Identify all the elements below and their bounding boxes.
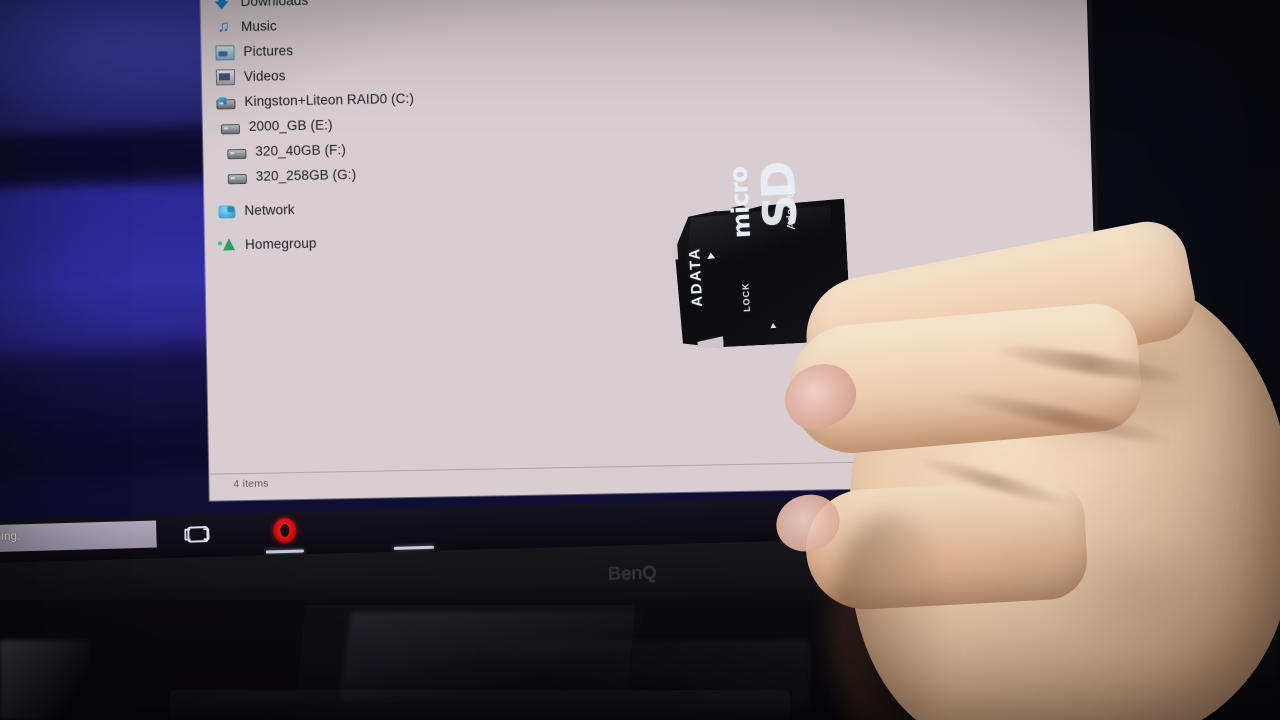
videos-icon [215,69,236,86]
nav-item-label: Homegroup [244,235,317,252]
search-input[interactable]: a. Ask me anything. [0,520,157,555]
task-view-icon[interactable] [184,522,211,545]
card-lock-arrow-icon [770,322,777,329]
photo-scene: Downloads ♫ Music Pictures Videos Kingst… [0,0,1280,720]
nav-item-label: Network [244,202,295,219]
nav-item-label: Videos [243,68,286,84]
drive-icon [220,124,241,135]
network-icon [218,205,236,219]
opera-icon[interactable] [271,517,298,544]
card-write-protect-tab [669,237,679,260]
taskbar-running-indicator [393,545,434,550]
taskbar-running-indicator [265,549,304,554]
drive-icon [227,173,247,185]
card-lock-label: LOCK [740,282,752,313]
palm-lines [1040,530,1230,650]
homegroup-icon [219,236,236,253]
nav-item-label: Music [240,18,277,35]
nav-item-label: 2000_GB (E:) [248,117,333,134]
desk-reflection [0,640,90,720]
navigation-pane[interactable]: Downloads ♫ Music Pictures Videos Kingst… [208,0,543,258]
nav-item-label: Downloads [240,0,309,10]
desk-reflection [480,640,810,710]
system-drive-icon [216,99,236,110]
nav-item-label: Kingston+Liteon RAID0 (C:) [244,90,415,109]
benq-logo: BenQ [607,562,657,585]
nav-item-label: Pictures [243,43,294,59]
nav-item-label: 320_258GB (G:) [255,166,357,184]
nav-item-label: 320_40GB (F:) [255,142,347,159]
card-direction-arrow-icon [706,252,716,259]
hand-holding-card [768,185,1280,720]
item-count-label: 4 items [233,477,269,491]
downloads-icon [214,0,231,11]
music-icon: ♫ [217,18,230,36]
search-placeholder: a. Ask me anything. [0,530,21,545]
drive-icon [227,148,247,160]
nav-item-homegroup[interactable]: Homegroup [213,227,543,258]
card-brand-label: ADATA [686,246,707,308]
pictures-icon [215,45,235,61]
